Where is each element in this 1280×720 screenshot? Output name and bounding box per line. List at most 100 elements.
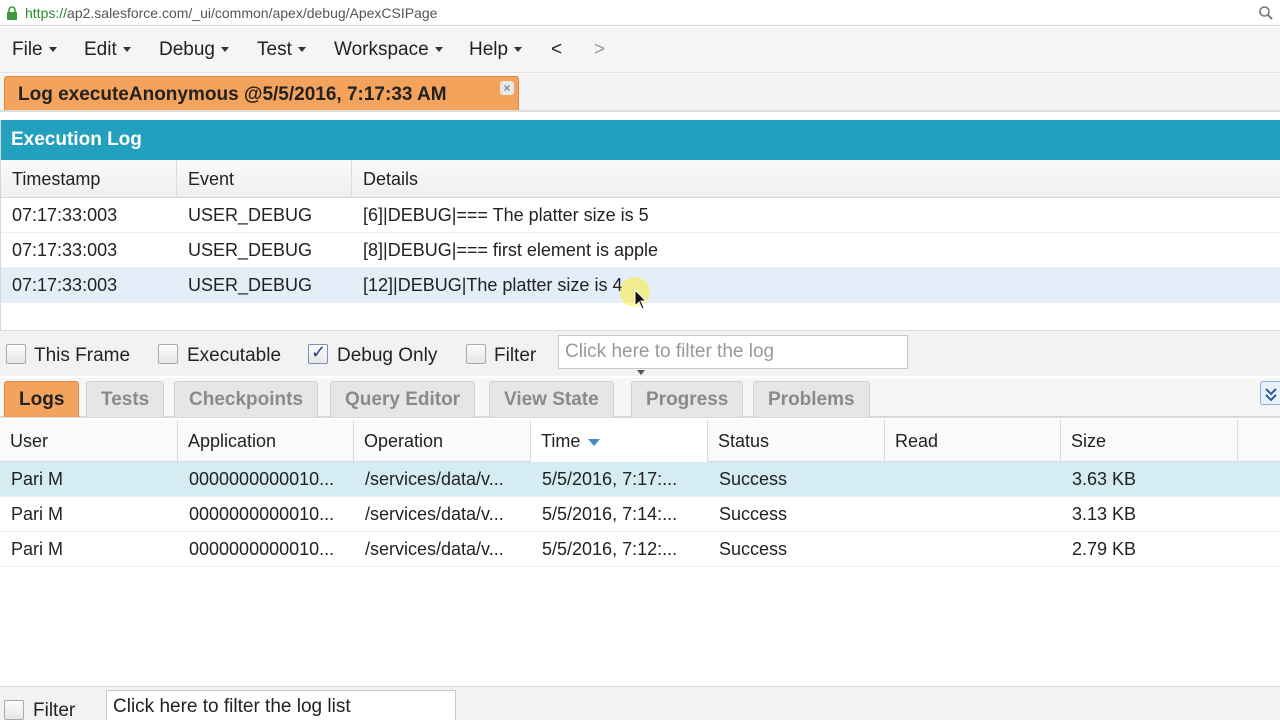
tab-progress[interactable]: Progress [631,381,744,417]
column-header-operation[interactable]: Operation [354,420,531,462]
cell-application: 0000000000010... [189,469,335,489]
cell-details: [6]|DEBUG|=== The platter size is 5 [363,205,649,225]
browser-url-bar[interactable]: https://ap2.salesforce.com/_ui/common/ap… [0,0,1280,26]
cell-read [885,532,1061,567]
cell-user: Pari M [11,469,64,489]
tab-tests[interactable]: Tests [86,381,165,417]
column-header-time[interactable]: Time [531,420,708,462]
cell-timestamp: 07:17:33:003 [12,205,118,225]
execution-log-header: Timestamp Event Details [1,160,1280,198]
column-header-size[interactable]: Size [1061,420,1238,462]
filter-log-list-input[interactable]: Click here to filter the log list [106,690,456,720]
cell-read [885,462,1061,497]
menu-file-label: File [12,39,43,60]
column-header-user[interactable]: User [0,420,178,462]
cell-event: USER_DEBUG [188,205,313,225]
cell-time: 5/5/2016, 7:14:... [542,504,678,524]
menu-edit[interactable]: Edit [84,39,131,61]
tab-view-state[interactable]: View State [489,381,614,417]
executable-label: Executable [187,345,282,366]
menu-workspace[interactable]: Workspace [334,39,443,61]
double-chevron-down-icon [1265,388,1277,402]
menu-test-label: Test [257,39,292,60]
log-list-filter-label: Filter [33,700,76,720]
splitter-handle-icon[interactable] [633,369,649,377]
tab-query-editor[interactable]: Query Editor [330,381,476,417]
url-text[interactable]: https://ap2.salesforce.com/_ui/common/ap… [25,5,437,21]
filter-label: Filter [494,345,537,366]
executable-checkbox[interactable] [158,344,178,364]
chevron-down-icon [434,47,443,53]
document-tab-bar: Log executeAnonymous @5/5/2016, 7:17:33 … [0,74,1280,112]
column-header-timestamp[interactable]: Timestamp [1,160,177,198]
chevron-down-icon [514,47,523,53]
cell-application: 0000000000010... [189,539,335,559]
column-header-details[interactable]: Details [352,160,1280,198]
cell-status: Success [719,539,788,559]
chevron-down-icon [48,47,57,53]
column-header-event[interactable]: Event [177,160,352,198]
collapse-panel-button[interactable] [1260,381,1280,405]
log-list-filter-bar: Filter Click here to filter the log list [0,686,1280,720]
cell-status: Success [719,469,788,489]
menu-file[interactable]: File [12,39,57,61]
table-row[interactable]: Pari M 0000000000010... /services/data/v… [0,497,1280,532]
cell-user: Pari M [11,539,64,559]
column-header-application[interactable]: Application [178,420,354,462]
tab-execute-anonymous-log[interactable]: Log executeAnonymous @5/5/2016, 7:17:33 … [4,76,519,110]
column-header-read[interactable]: Read [885,420,1061,462]
table-row[interactable]: Pari M 0000000000010... /services/data/v… [0,532,1280,567]
cell-application: 0000000000010... [189,504,335,524]
cell-details: [12]|DEBUG|The platter size is 4 [363,275,623,295]
log-list-filter-checkbox[interactable] [4,700,24,720]
cell-timestamp: 07:17:33:003 [12,240,118,260]
table-row[interactable]: Pari M 0000000000010... /services/data/v… [0,462,1280,497]
debug-only-label: Debug Only [337,345,438,366]
cell-status: Success [719,504,788,524]
cell-event: USER_DEBUG [188,275,313,295]
table-row[interactable]: 07:17:33:003 USER_DEBUG [6]|DEBUG|=== Th… [1,198,1280,233]
menu-edit-label: Edit [84,39,117,60]
menu-test[interactable]: Test [257,39,306,61]
cell-user: Pari M [11,504,64,524]
forward-button[interactable]: > [594,39,605,61]
logs-table: User Application Operation Time Status R… [0,420,1280,685]
cell-size: 3.63 KB [1072,469,1137,489]
filter-checkbox[interactable] [466,344,486,364]
logs-table-header: User Application Operation Time Status R… [0,420,1280,462]
menu-debug[interactable]: Debug [159,39,229,61]
cell-size: 2.79 KB [1072,539,1137,559]
chevron-down-icon [297,47,306,53]
url-path: ap2.salesforce.com/_ui/common/apex/debug… [67,5,438,21]
tab-problems[interactable]: Problems [753,381,870,417]
debug-only-checkbox[interactable] [308,342,328,364]
cell-time: 5/5/2016, 7:12:... [542,539,678,559]
cell-time: 5/5/2016, 7:17:... [542,469,678,489]
column-header-status[interactable]: Status [708,420,885,462]
table-row[interactable]: 07:17:33:003 USER_DEBUG [8]|DEBUG|=== fi… [1,233,1280,268]
chevron-down-icon [122,47,131,53]
menu-help-label: Help [469,39,509,60]
menu-bar: File Edit Debug Test Workspace Help < > [0,27,1280,73]
cell-details: [8]|DEBUG|=== first element is apple [363,240,658,260]
cell-event: USER_DEBUG [188,240,313,260]
filter-log-input[interactable]: Click here to filter the log [558,335,908,369]
cell-operation: /services/data/v... [365,504,504,524]
this-frame-checkbox[interactable] [6,344,26,364]
cell-read [885,497,1061,532]
cell-operation: /services/data/v... [365,539,504,559]
cell-operation: /services/data/v... [365,469,504,489]
lock-icon [7,6,17,20]
bottom-tab-bar: Logs Tests Checkpoints Query Editor View… [0,378,1280,418]
tab-checkpoints[interactable]: Checkpoints [174,381,319,417]
zoom-icon[interactable] [1258,5,1274,21]
column-header-time-label: Time [541,431,581,451]
close-icon[interactable]: × [500,81,514,95]
tab-logs[interactable]: Logs [4,381,80,417]
cell-timestamp: 07:17:33:003 [12,275,118,295]
menu-help[interactable]: Help [469,39,523,61]
chevron-down-icon [221,47,229,53]
execution-log-title: Execution Log [1,120,1280,160]
back-button[interactable]: < [551,39,562,61]
menu-debug-label: Debug [159,39,215,60]
